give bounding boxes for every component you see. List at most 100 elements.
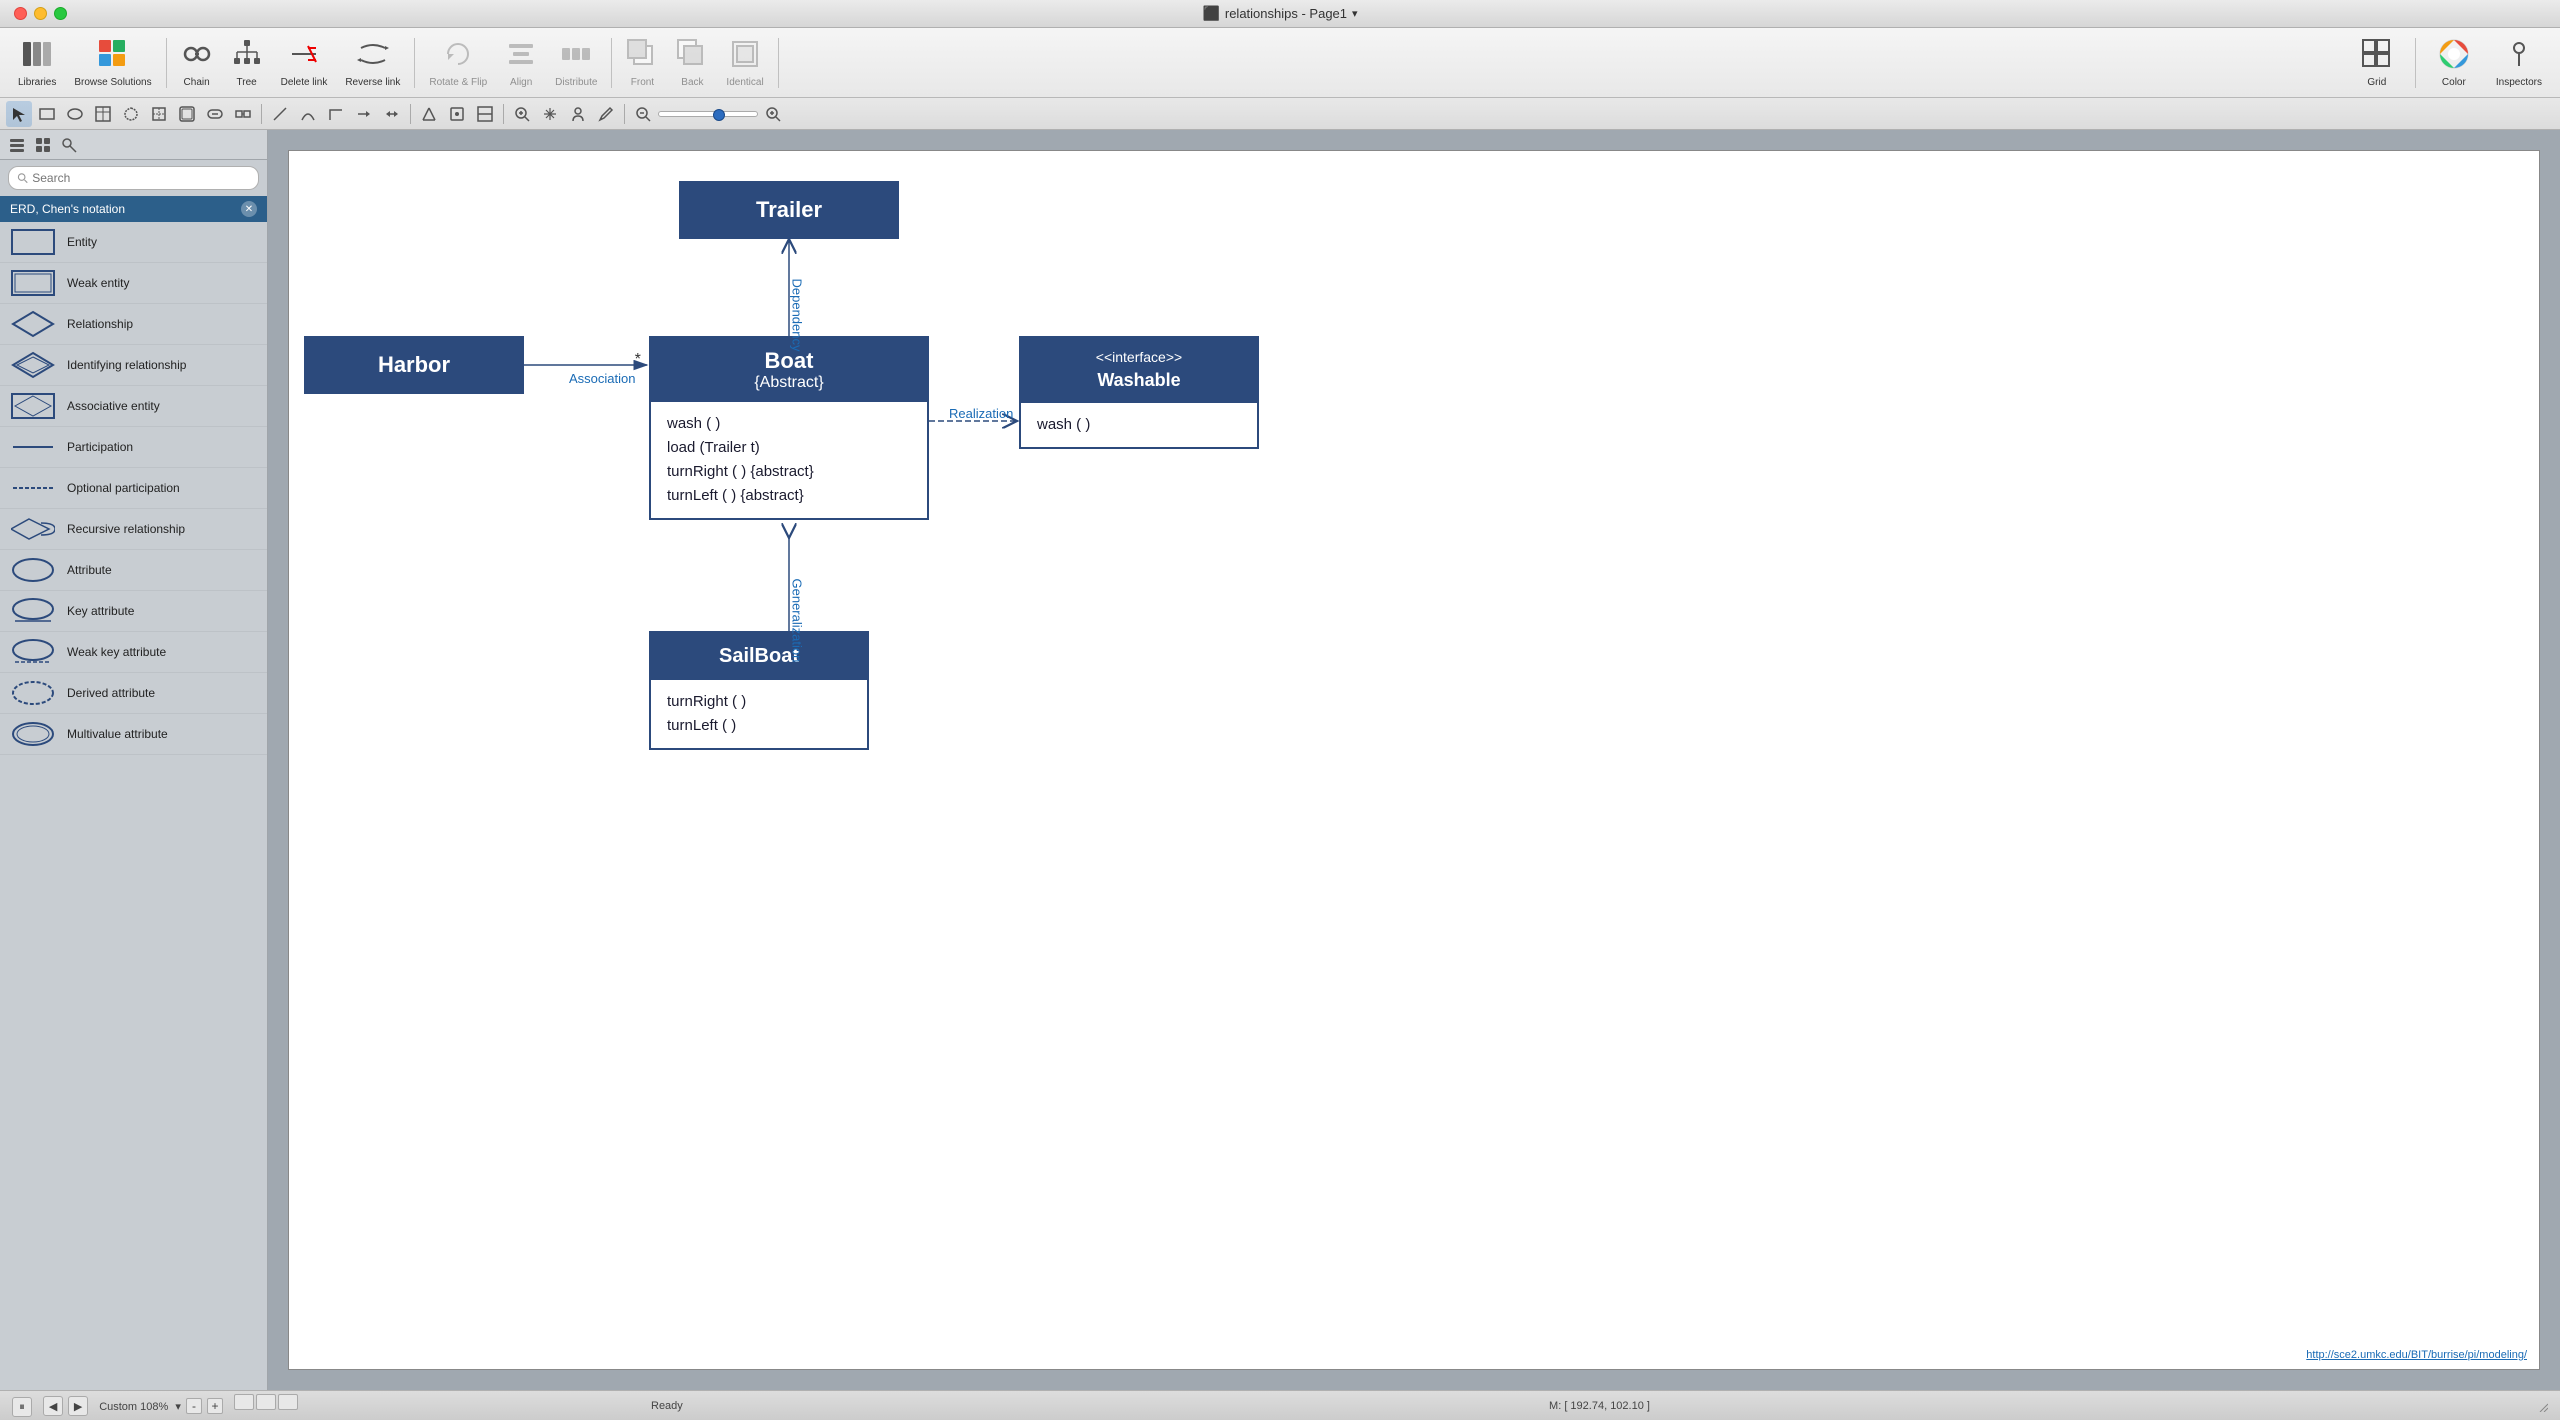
front-button[interactable]: Front <box>618 34 666 92</box>
vertex-tool-3[interactable] <box>472 101 498 127</box>
canvas-area[interactable]: Trailer Harbor Boat {Abstract} wash ( ) … <box>268 130 2560 1390</box>
recursive-relationship-label: Recursive relationship <box>67 522 185 536</box>
status-coords: M: [ 192.74, 102.10 ] <box>1290 1400 1909 1412</box>
rotate-flip-button[interactable]: Rotate & Flip <box>421 34 495 92</box>
elbow-tool-button[interactable] <box>323 101 349 127</box>
shape-item-participation[interactable]: Participation <box>0 427 267 468</box>
chain-button[interactable]: Chain <box>173 34 221 92</box>
title-icon: ⬛ <box>1202 5 1219 22</box>
align-button[interactable]: Align <box>497 34 545 92</box>
toolbar-sep-4 <box>778 38 779 88</box>
tb2-sep-3 <box>503 104 504 124</box>
association-label: Association <box>569 371 635 386</box>
boat-entity[interactable]: Boat {Abstract} wash ( ) load (Trailer t… <box>649 336 929 520</box>
rectangle-tool-button[interactable] <box>34 101 60 127</box>
shape-item-derived-attribute[interactable]: Derived attribute <box>0 673 267 714</box>
back-icon <box>676 38 708 74</box>
shape-item-attribute[interactable]: Attribute <box>0 550 267 591</box>
browse-solutions-button[interactable]: Browse Solutions <box>66 34 159 92</box>
shape-item-weak-key-attribute[interactable]: Weak key attribute <box>0 632 267 673</box>
delete-link-button[interactable]: Delete link <box>273 34 336 92</box>
container-tool-button[interactable] <box>174 101 200 127</box>
zoom-in-button[interactable] <box>760 101 786 127</box>
reverse-link-button[interactable]: Reverse link <box>337 34 408 92</box>
zoom-decrease-button[interactable]: - <box>186 1398 202 1414</box>
panel-search-button[interactable] <box>58 134 80 156</box>
rotate-flip-label: Rotate & Flip <box>429 77 487 88</box>
distribute-button[interactable]: Distribute <box>547 34 605 92</box>
minimize-window-button[interactable] <box>34 7 47 20</box>
vertex-tool-1[interactable] <box>416 101 442 127</box>
shape-item-associative-entity[interactable]: Associative entity <box>0 386 267 427</box>
harbor-entity[interactable]: Harbor <box>304 336 524 394</box>
pan-tool[interactable] <box>537 101 563 127</box>
realization-label: Realization <box>949 406 1013 421</box>
search-input[interactable] <box>32 171 250 185</box>
zoom-out-button[interactable] <box>630 101 656 127</box>
delete-link-icon <box>288 38 320 74</box>
grid-button[interactable]: Grid <box>2353 34 2401 92</box>
view-buttons <box>234 1394 298 1410</box>
group-tool-button[interactable] <box>230 101 256 127</box>
libraries-button[interactable]: Libraries <box>10 34 64 92</box>
pause-button[interactable]: ⏸ <box>12 1397 32 1417</box>
identical-button[interactable]: Identical <box>718 34 771 92</box>
key-attribute-preview <box>10 596 55 626</box>
tb2-sep-4 <box>624 104 625 124</box>
curve-tool-button[interactable] <box>295 101 321 127</box>
shape-item-optional-participation[interactable]: Optional participation <box>0 468 267 509</box>
panel-grid-view-button[interactable] <box>32 134 54 156</box>
line-tool-button[interactable] <box>267 101 293 127</box>
color-button[interactable]: Color <box>2430 34 2478 92</box>
shape-item-recursive-relationship[interactable]: Recursive relationship <box>0 509 267 550</box>
back-button[interactable]: Back <box>668 34 716 92</box>
washable-entity[interactable]: <<interface>> Washable wash ( ) <box>1019 336 1259 449</box>
diagram-svg <box>289 151 2539 1369</box>
vertex-tool-2[interactable] <box>444 101 470 127</box>
select-tool-button[interactable] <box>6 101 32 127</box>
weak-entity-label: Weak entity <box>67 276 129 290</box>
color-label: Color <box>2442 77 2466 88</box>
grid-icon <box>2361 38 2393 74</box>
status-ready: Ready <box>651 1400 1270 1412</box>
table-tool-button[interactable] <box>90 101 116 127</box>
view-btn-3[interactable] <box>278 1394 298 1410</box>
shape-item-key-attribute[interactable]: Key attribute <box>0 591 267 632</box>
view-btn-1[interactable] <box>234 1394 254 1410</box>
trailer-entity[interactable]: Trailer <box>679 181 899 239</box>
shape-item-relationship[interactable]: Relationship <box>0 304 267 345</box>
zoom-in-tool[interactable] <box>509 101 535 127</box>
tb2-sep-1 <box>261 104 262 124</box>
delete-link-label: Delete link <box>281 77 328 88</box>
sailboat-entity[interactable]: SailBoat turnRight ( ) turnLeft ( ) <box>649 631 869 750</box>
double-arrow-button[interactable] <box>379 101 405 127</box>
view-btn-2[interactable] <box>256 1394 276 1410</box>
reverse-link-label: Reverse link <box>345 77 400 88</box>
inspectors-button[interactable]: Inspectors <box>2488 34 2550 92</box>
zoom-dropdown[interactable]: ▾ <box>175 1401 181 1413</box>
ellipse-tool-button[interactable] <box>62 101 88 127</box>
person-tool[interactable] <box>565 101 591 127</box>
arrow-tool-button[interactable] <box>351 101 377 127</box>
zoom-label: Custom 108% <box>99 1401 168 1413</box>
panel-close-button[interactable]: ✕ <box>241 201 257 217</box>
crop-tool-button[interactable] <box>146 101 172 127</box>
shape-item-weak-entity[interactable]: Weak entity <box>0 263 267 304</box>
panel-list-view-button[interactable] <box>6 134 28 156</box>
tree-button[interactable]: Tree <box>223 34 271 92</box>
prev-page-button[interactable]: ◀ <box>43 1396 63 1416</box>
inspectors-icon <box>2503 38 2535 74</box>
close-window-button[interactable] <box>14 7 27 20</box>
shape-item-entity[interactable]: Entity <box>0 222 267 263</box>
shape-item-identifying-relationship[interactable]: Identifying relationship <box>0 345 267 386</box>
identifying-relationship-preview <box>10 350 55 380</box>
lasso-tool-button[interactable] <box>118 101 144 127</box>
next-page-button[interactable]: ▶ <box>68 1396 88 1416</box>
zoom-increase-button[interactable]: + <box>207 1398 223 1414</box>
shape-item-multivalue-attribute[interactable]: Multivalue attribute <box>0 714 267 755</box>
maximize-window-button[interactable] <box>54 7 67 20</box>
canvas[interactable]: Trailer Harbor Boat {Abstract} wash ( ) … <box>288 150 2540 1370</box>
zoom-slider[interactable] <box>658 111 758 117</box>
pencil-tool[interactable] <box>593 101 619 127</box>
link-container-button[interactable] <box>202 101 228 127</box>
